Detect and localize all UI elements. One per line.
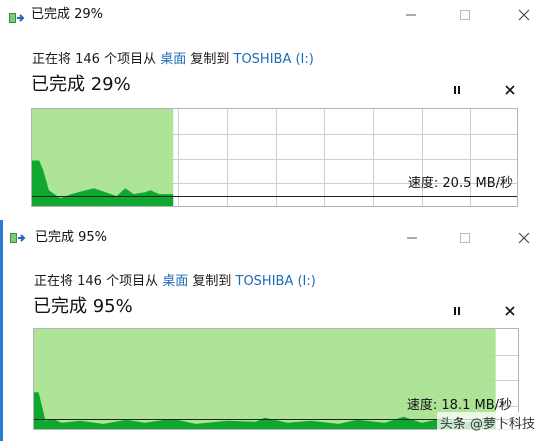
minimize-icon[interactable]	[400, 228, 424, 248]
title-bar[interactable]: 已完成 95%	[3, 220, 550, 250]
copy-dialog-1: 已完成 29% 正在将 146 个项目从 桌面 复制到 TOSHIBA (I:)…	[0, 0, 550, 218]
minimize-icon[interactable]	[399, 5, 423, 25]
maximize-icon[interactable]	[453, 228, 477, 248]
status-prefix: 正在将 146 个项目从	[32, 52, 161, 67]
maximize-icon[interactable]	[453, 5, 477, 25]
watermark-text: 头条 @萝卜科技	[436, 412, 538, 433]
progress-fill	[34, 329, 496, 429]
percent-complete-label: 已完成 95%	[33, 296, 133, 317]
copy-dialog-2: 已完成 95% 正在将 146 个项目从 桌面 复制到 TOSHIBA (I:)…	[0, 220, 550, 441]
speed-label: 速度: 20.5 MB/秒	[407, 176, 513, 191]
window-title: 已完成 95%	[35, 230, 108, 245]
cancel-button[interactable]	[499, 301, 521, 321]
window-title: 已完成 29%	[31, 7, 104, 22]
destination-link[interactable]: TOSHIBA (I:)	[234, 52, 314, 67]
title-bar[interactable]: 已完成 29%	[0, 0, 550, 30]
pause-button[interactable]	[446, 301, 468, 321]
status-middle: 复制到	[186, 52, 234, 67]
status-prefix: 正在将 146 个项目从	[34, 274, 163, 289]
pause-button[interactable]	[446, 80, 468, 100]
status-middle: 复制到	[188, 274, 236, 289]
file-copy-icon	[9, 9, 27, 23]
pause-icon	[454, 307, 460, 315]
close-icon	[505, 306, 515, 316]
close-icon[interactable]	[512, 5, 536, 25]
destination-link[interactable]: TOSHIBA (I:)	[236, 274, 316, 289]
source-link[interactable]: 桌面	[162, 274, 188, 289]
copy-status-text: 正在将 146 个项目从 桌面 复制到 TOSHIBA (I:)	[32, 51, 314, 69]
file-copy-icon	[10, 229, 28, 243]
speed-chart	[32, 109, 517, 206]
pause-icon	[454, 86, 460, 94]
source-link[interactable]: 桌面	[160, 52, 186, 67]
copy-status-text: 正在将 146 个项目从 桌面 复制到 TOSHIBA (I:)	[34, 273, 316, 291]
cancel-button[interactable]	[499, 80, 521, 100]
close-icon[interactable]	[512, 228, 536, 248]
percent-complete-label: 已完成 29%	[31, 74, 131, 95]
close-icon	[505, 85, 515, 95]
transfer-speed-graph: 速度: 20.5 MB/秒	[31, 108, 518, 207]
